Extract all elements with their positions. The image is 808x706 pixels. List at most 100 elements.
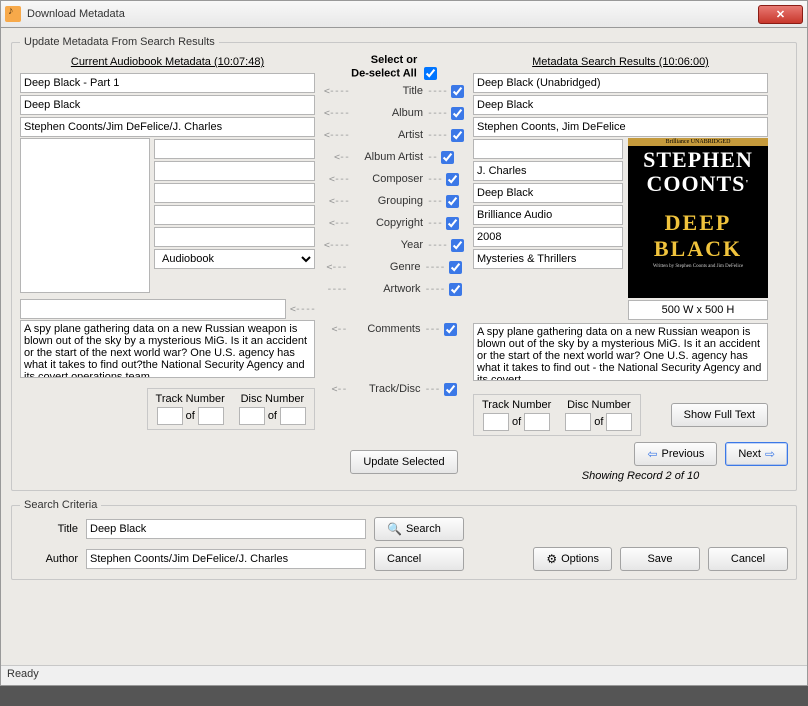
search-criteria-group: Search Criteria Title 🔍Search Author Can… [11,499,797,580]
label-genre: Genre [351,261,421,273]
label-album-artist: Album Artist [353,151,423,163]
search-title-label: Title [20,523,78,535]
search-icon: 🔍 [387,522,402,536]
current-header: Current Audiobook Metadata (10:07:48) [20,54,315,72]
save-button[interactable]: Save [620,547,700,571]
cb-genre[interactable] [449,261,462,274]
label-track-number: Track Number [156,393,225,405]
cb-year[interactable] [451,239,464,252]
search-title-input[interactable] [86,519,366,539]
select-all-checkbox[interactable] [424,67,437,80]
label-album: Album [353,107,423,119]
search-button[interactable]: 🔍Search [374,517,464,541]
result-artwork-dim: 500 W x 500 H [628,300,768,320]
previous-button[interactable]: ⇦Previous [634,442,717,466]
label-composer: Composer [353,173,423,185]
current-disc-b[interactable] [280,407,306,425]
current-copyright-input[interactable] [154,205,315,225]
label-copyright: Copyright [353,217,423,229]
update-selected-button[interactable]: Update Selected [350,450,457,474]
current-artwork-box [20,138,150,293]
label-of-4: of [594,416,603,428]
current-disc-a[interactable] [239,407,265,425]
current-grouping-input[interactable] [154,183,315,203]
record-info: Showing Record 2 of 10 [493,470,788,482]
cb-grouping[interactable] [446,195,459,208]
result-track-a[interactable] [483,413,509,431]
current-album-input[interactable] [20,95,315,115]
label-disc-number-r: Disc Number [567,399,631,411]
right-arrow-icon: ⇨ [765,447,775,461]
current-year-input[interactable] [154,227,315,247]
current-album-artist-input[interactable] [154,139,315,159]
result-year-input[interactable] [473,227,623,247]
cb-artwork[interactable] [449,283,462,296]
label-of-3: of [512,416,521,428]
select-header: Select orDe-select All [351,54,437,80]
label-grouping: Grouping [353,195,423,207]
result-comments[interactable]: A spy plane gathering data on a new Russ… [473,323,768,381]
label-artwork: Artwork [351,283,421,295]
options-button[interactable]: ⚙Options [533,547,612,571]
select-column: Select orDe-select All <----Title---- <-… [319,54,469,400]
left-arrow-icon: <---- [290,304,315,315]
gear-icon: ⚙ [546,552,557,566]
cb-title[interactable] [451,85,464,98]
label-disc-number: Disc Number [241,393,305,405]
left-arrow-icon-2: ⇦ [647,447,657,461]
label-artist: Artist [353,129,423,141]
titlebar: Download Metadata ✕ [0,0,808,28]
label-of: of [186,410,195,422]
label-of-2: of [268,410,277,422]
label-comments: Comments [351,323,421,335]
cancel-button[interactable]: Cancel [708,547,788,571]
window-title: Download Metadata [27,8,758,20]
result-track-disc-group: Track Number of Disc Number of [473,394,641,436]
current-comments[interactable]: A spy plane gathering data on a new Russ… [20,320,315,378]
current-genre-select[interactable]: Audiobook [154,249,315,269]
search-author-label: Author [20,553,78,565]
result-genre-input[interactable] [473,249,623,269]
current-title-input[interactable] [20,73,315,93]
result-composer-input[interactable] [473,161,623,181]
next-button[interactable]: Next⇨ [725,442,788,466]
update-metadata-legend: Update Metadata From Search Results [20,36,219,48]
search-cancel-button[interactable]: Cancel [374,547,464,571]
cb-artist[interactable] [451,129,464,142]
result-disc-a[interactable] [565,413,591,431]
current-artist-input[interactable] [20,117,315,137]
result-disc-b[interactable] [606,413,632,431]
cb-album-artist[interactable] [441,151,454,164]
show-full-text-button[interactable]: Show Full Text [671,403,768,427]
cb-comments[interactable] [444,323,457,336]
search-author-input[interactable] [86,549,366,569]
result-album-input[interactable] [473,95,768,115]
result-copyright-input[interactable] [473,205,623,225]
search-results-column: Metadata Search Results (10:06:00) Brill… [473,54,768,436]
result-grouping-input[interactable] [473,183,623,203]
cb-composer[interactable] [446,173,459,186]
cb-copyright[interactable] [446,217,459,230]
app-icon [5,6,21,22]
cb-album[interactable] [451,107,464,120]
close-button[interactable]: ✕ [758,5,803,24]
results-header: Metadata Search Results (10:06:00) [473,54,768,72]
label-track-number-r: Track Number [482,399,551,411]
result-artist-input[interactable] [473,117,768,137]
result-track-b[interactable] [524,413,550,431]
current-track-a[interactable] [157,407,183,425]
result-cover-art: Brilliance UNABRIDGED STEPHEN COONTS' DE… [628,138,768,298]
result-title-input[interactable] [473,73,768,93]
update-metadata-group: Update Metadata From Search Results Curr… [11,36,797,491]
cb-trackdisc[interactable] [444,383,457,396]
label-year: Year [353,239,423,251]
current-metadata-column: Current Audiobook Metadata (10:07:48) [20,54,315,430]
current-artwork-input[interactable] [20,299,286,319]
current-track-b[interactable] [198,407,224,425]
label-title: Title [353,85,423,97]
search-criteria-legend: Search Criteria [20,499,101,511]
current-track-disc-group: Track Number of Disc Number of [147,388,315,430]
result-album-artist-input[interactable] [473,139,623,159]
status-bar: Ready [1,665,807,685]
current-composer-input[interactable] [154,161,315,181]
